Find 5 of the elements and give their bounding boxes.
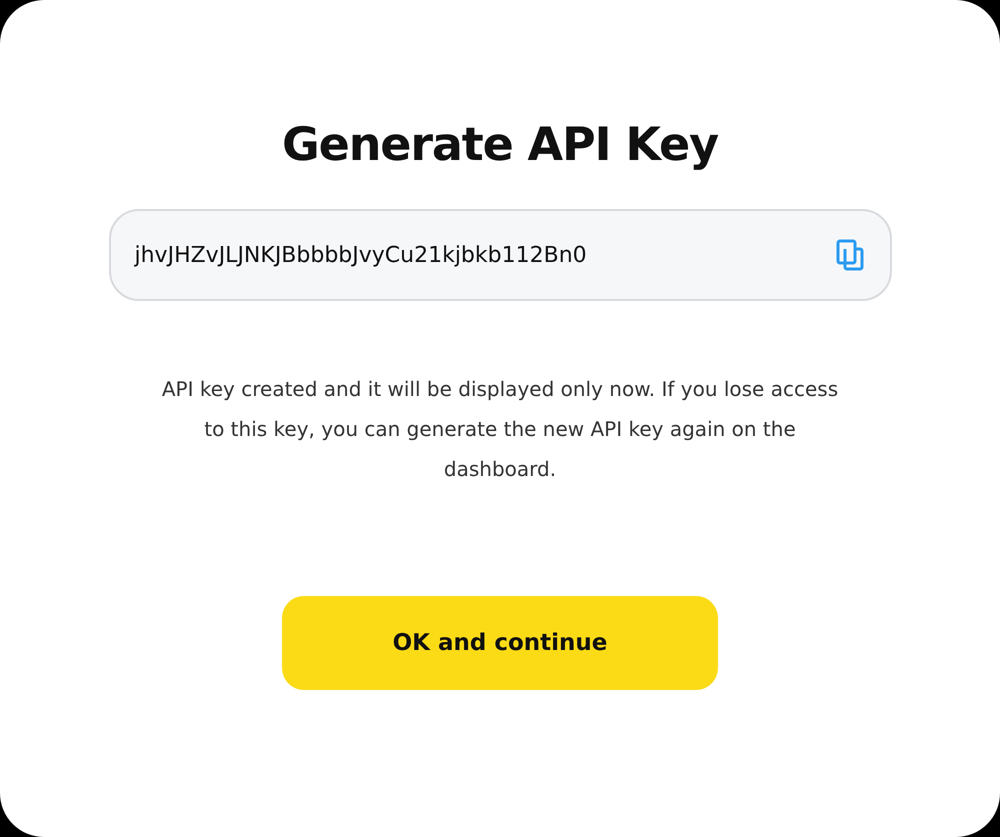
- info-message: API key created and it will be displayed only now. If you lose access to this key, you can generate the new API key again on the dashboard.: [160, 376, 840, 483]
- api-key-field[interactable]: jhvJHZvJLJNKJBbbbbJvyCu21kjbkb112Bn0: [108, 209, 892, 301]
- dialog-title: Generate API Key: [282, 116, 718, 173]
- copy-icon[interactable]: [836, 239, 864, 271]
- ok-button[interactable]: OK and continue: [282, 596, 718, 690]
